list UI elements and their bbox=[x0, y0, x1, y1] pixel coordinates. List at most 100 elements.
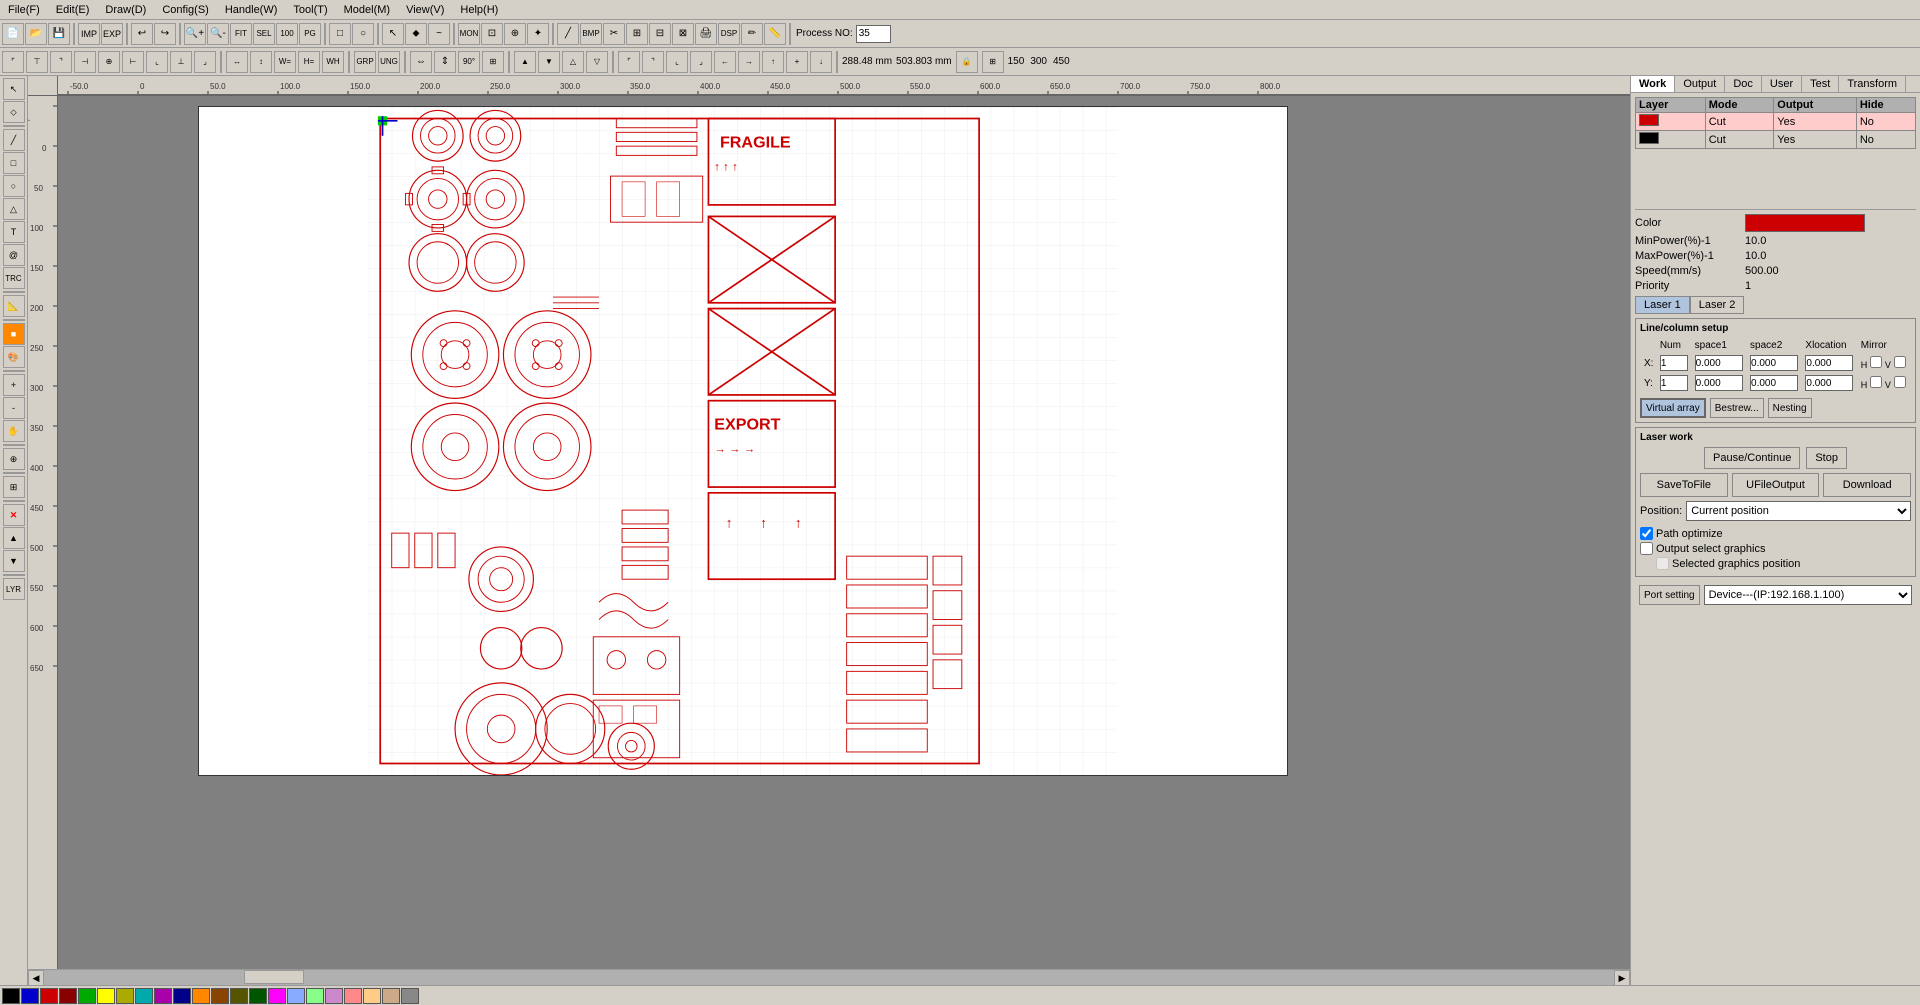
menu-draw[interactable]: Draw(D) bbox=[97, 2, 154, 18]
scroll-thumb-h[interactable] bbox=[244, 970, 304, 984]
process-no-input[interactable] bbox=[856, 25, 891, 43]
color-brown[interactable] bbox=[211, 988, 229, 1004]
same-w-btn[interactable]: W= bbox=[274, 51, 296, 73]
color-yellow[interactable] bbox=[97, 988, 115, 1004]
arr-bl-btn[interactable]: ⌞ bbox=[666, 51, 688, 73]
menu-config[interactable]: Config(S) bbox=[154, 2, 216, 18]
open-button[interactable]: 📂 bbox=[25, 23, 47, 45]
align-ml-btn[interactable]: ⊣ bbox=[74, 51, 96, 73]
coord-lock-btn[interactable]: 🔒 bbox=[956, 51, 978, 73]
scroll-left-btn[interactable]: ◀ bbox=[28, 970, 44, 985]
color-lightorange[interactable] bbox=[363, 988, 381, 1004]
coord-scale-btn[interactable]: ⊞ bbox=[982, 51, 1004, 73]
color-lightblue[interactable] bbox=[287, 988, 305, 1004]
x-v-check[interactable] bbox=[1894, 356, 1906, 368]
monitor-btn[interactable]: MON bbox=[458, 23, 480, 45]
tab-user[interactable]: User bbox=[1762, 76, 1802, 92]
arr-t-btn[interactable]: ↑ bbox=[762, 51, 784, 73]
color-orange[interactable] bbox=[192, 988, 210, 1004]
rect-draw-btn[interactable]: □ bbox=[3, 152, 25, 174]
group-btn[interactable]: GRP bbox=[354, 51, 376, 73]
zoom-in-lt-btn[interactable]: + bbox=[3, 374, 25, 396]
layer-row-1[interactable]: Cut Yes No bbox=[1636, 113, 1916, 131]
pause-continue-btn[interactable]: Pause/Continue bbox=[1704, 447, 1800, 469]
y-h-check[interactable] bbox=[1870, 376, 1882, 388]
dist-h-btn[interactable]: ↔ bbox=[226, 51, 248, 73]
layer-row-2[interactable]: Cut Yes No bbox=[1636, 131, 1916, 149]
flip-h-btn[interactable]: ⇔ bbox=[410, 51, 432, 73]
color-lightpurple[interactable] bbox=[325, 988, 343, 1004]
grid-btn[interactable]: ⊞ bbox=[3, 476, 25, 498]
arr-tl-btn[interactable]: ⌜ bbox=[618, 51, 640, 73]
menu-view[interactable]: View(V) bbox=[398, 2, 452, 18]
to-back-btn[interactable]: ▼ bbox=[538, 51, 560, 73]
zoom-select-button[interactable]: SEL bbox=[253, 23, 275, 45]
node-tool[interactable]: ⬥ bbox=[405, 23, 427, 45]
arr-l-btn[interactable]: ← bbox=[714, 51, 736, 73]
arr-b-btn[interactable]: ↓ bbox=[810, 51, 832, 73]
menu-tool[interactable]: Tool(T) bbox=[285, 2, 335, 18]
color-tan[interactable] bbox=[382, 988, 400, 1004]
color-red[interactable] bbox=[40, 988, 58, 1004]
node-edit-btn[interactable]: ⬦ bbox=[3, 101, 25, 123]
save-to-file-btn[interactable]: SaveToFile bbox=[1640, 473, 1728, 497]
spiral-btn[interactable]: @ bbox=[3, 244, 25, 266]
selected-graphics-check[interactable] bbox=[1656, 557, 1669, 570]
zoom-out-lt-btn[interactable]: - bbox=[3, 397, 25, 419]
curve-tool[interactable]: ~ bbox=[428, 23, 450, 45]
menu-handle[interactable]: Handle(W) bbox=[217, 2, 286, 18]
flip-v-btn[interactable]: ⇕ bbox=[434, 51, 456, 73]
color-cyan[interactable] bbox=[135, 988, 153, 1004]
menu-model[interactable]: Model(M) bbox=[336, 2, 398, 18]
arr-tr-btn[interactable]: ⌝ bbox=[642, 51, 664, 73]
arr-br-btn[interactable]: ⌟ bbox=[690, 51, 712, 73]
cut-btn[interactable]: ✂ bbox=[603, 23, 625, 45]
save-button[interactable]: 💾 bbox=[48, 23, 70, 45]
line-draw-btn[interactable]: ╱ bbox=[3, 129, 25, 151]
crosshair-btn[interactable]: ⊕ bbox=[3, 448, 25, 470]
print-btn[interactable]: 🖨 bbox=[695, 23, 717, 45]
x-h-check[interactable] bbox=[1870, 356, 1882, 368]
zoom-100-button[interactable]: 100 bbox=[276, 23, 298, 45]
laser2-tab[interactable]: Laser 2 bbox=[1690, 296, 1745, 314]
menu-help[interactable]: Help(H) bbox=[452, 2, 506, 18]
color-salmon[interactable] bbox=[344, 988, 362, 1004]
fwd-btn[interactable]: △ bbox=[562, 51, 584, 73]
align-tc-btn[interactable]: ⊤ bbox=[26, 51, 48, 73]
zoom-fit-button[interactable]: FIT bbox=[230, 23, 252, 45]
zoom-in-button[interactable]: 🔍+ bbox=[184, 23, 206, 45]
circle-tool[interactable]: ○ bbox=[352, 23, 374, 45]
align-mr-btn[interactable]: ⊢ bbox=[122, 51, 144, 73]
color-gray[interactable] bbox=[401, 988, 419, 1004]
poly-draw-btn[interactable]: △ bbox=[3, 198, 25, 220]
select-tool[interactable]: ↖ bbox=[382, 23, 404, 45]
pan-btn[interactable]: ✋ bbox=[3, 420, 25, 442]
star-btn[interactable]: ✦ bbox=[527, 23, 549, 45]
align-tr-btn[interactable]: ⌝ bbox=[50, 51, 72, 73]
undo-button[interactable]: ↩ bbox=[131, 23, 153, 45]
color-swatch-big[interactable] bbox=[1745, 214, 1865, 232]
output-select-check[interactable] bbox=[1640, 542, 1653, 555]
tab-output[interactable]: Output bbox=[1675, 76, 1725, 92]
align-br-btn[interactable]: ⌟ bbox=[194, 51, 216, 73]
bestrew-btn[interactable]: Bestrew... bbox=[1710, 398, 1764, 418]
align-tl-btn[interactable]: ⌜ bbox=[2, 51, 24, 73]
color-magenta[interactable] bbox=[268, 988, 286, 1004]
import-button[interactable]: IMP bbox=[78, 23, 100, 45]
device-select[interactable]: Device---(IP:192.168.1.100) bbox=[1704, 585, 1912, 605]
cross-btn[interactable]: ⊕ bbox=[504, 23, 526, 45]
path-optimize-check[interactable] bbox=[1640, 527, 1653, 540]
tab-test[interactable]: Test bbox=[1802, 76, 1839, 92]
rect-tool[interactable]: □ bbox=[329, 23, 351, 45]
trace-btn[interactable]: TRC bbox=[3, 267, 25, 289]
laser1-tab[interactable]: Laser 1 bbox=[1635, 296, 1690, 314]
text-btn[interactable]: T bbox=[3, 221, 25, 243]
x-space1-input[interactable] bbox=[1695, 355, 1743, 371]
work-area[interactable]: FRAGILE ↑ ↑ ↑ EXPORT bbox=[198, 106, 1288, 776]
horizontal-scrollbar[interactable]: ◀ ▶ bbox=[28, 969, 1630, 985]
tab-transform[interactable]: Transform bbox=[1839, 76, 1906, 92]
color-olive[interactable] bbox=[230, 988, 248, 1004]
color-darkyellow[interactable] bbox=[116, 988, 134, 1004]
color-lightgreen[interactable] bbox=[306, 988, 324, 1004]
dots-btn[interactable]: ⊡ bbox=[481, 23, 503, 45]
